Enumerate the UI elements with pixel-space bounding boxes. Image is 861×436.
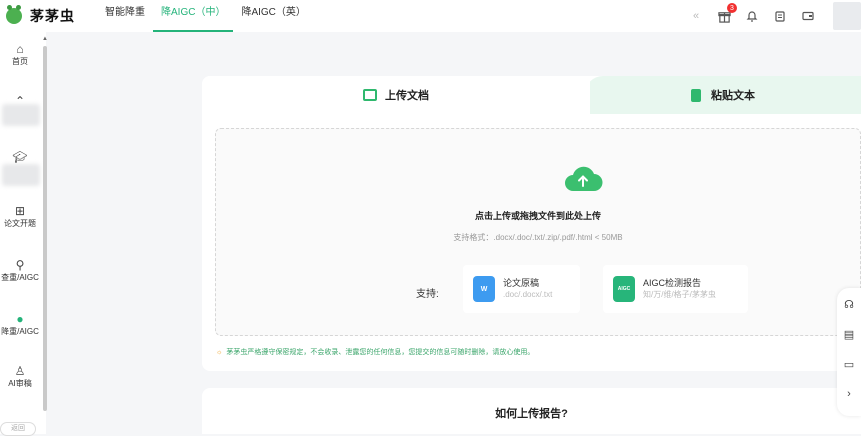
tab-label: 上传文档 <box>385 90 429 102</box>
nav-reduce-aigc-en[interactable]: 降AIGC（英） <box>233 0 313 32</box>
headset-icon[interactable]: ☊ <box>843 298 855 311</box>
option-name: 论文原稿 <box>503 278 540 288</box>
paste-icon <box>691 88 701 102</box>
privacy-notice: ☼ 茅茅虫严格遵守保密规定，不会收录、泄露您的任何信息，您提交的信息可随时删除，请… <box>216 347 534 357</box>
support-label: 支持: <box>416 289 439 300</box>
notification-badge: 3 <box>727 3 737 13</box>
option-paper-draft[interactable]: W 论文原稿 .doc/.docx/.txt <box>463 265 580 313</box>
topic-icon: ⊞ <box>14 204 26 218</box>
sidebar-item-ai-review[interactable]: ♙ AI审稿 <box>0 364 40 389</box>
main-nav: 智能降重 降AIGC（中） 降AIGC（英） <box>97 0 314 32</box>
chevron-right-icon[interactable]: › <box>843 388 855 400</box>
option-aigc-report[interactable]: AIGC AIGC检测报告 知/万/维/格子/茅茅虫 <box>603 265 748 313</box>
sidebar-item-label: AI审稿 <box>8 379 32 388</box>
upload-formats: 支持格式：.docx/.doc/.txt/.zip/.pdf/.html < 5… <box>453 233 623 242</box>
gift-icon[interactable]: 3 <box>717 3 737 23</box>
sidebar-item-reduce-aigc[interactable]: ● 降重/AIGC <box>0 312 40 337</box>
option-name: AIGC检测报告 <box>643 278 702 288</box>
sidebar-item-label: 查重/AIGC <box>1 273 39 282</box>
lightbulb-icon: ☼ <box>216 349 223 356</box>
graduation-cap-icon: 🎓︎ <box>12 150 28 164</box>
brand-name: 茅茅虫 <box>30 8 75 24</box>
leaf-icon: ● <box>16 312 24 326</box>
sidebar-item-home[interactable]: ⌂ 首页 <box>0 42 40 67</box>
aigc-report-icon: AIGC <box>613 276 635 302</box>
upload-title[interactable]: 点击上传或拖拽文件到此处上传 <box>215 209 861 222</box>
sidebar-item-topic[interactable]: ⊞ 论文开题 <box>0 204 40 229</box>
option-formats: .doc/.docx/.txt <box>503 290 553 299</box>
clipboard-icon[interactable] <box>773 9 787 23</box>
nav-smart-rewrite[interactable]: 智能降重 <box>97 0 153 32</box>
bell-icon[interactable] <box>745 9 759 23</box>
tab-label: 粘贴文本 <box>711 90 755 102</box>
collapse-icon[interactable]: « <box>689 9 703 23</box>
wallet-icon[interactable] <box>801 9 815 23</box>
sidebar-item-check-aigc[interactable]: ⚲ 查重/AIGC <box>0 258 40 283</box>
sidebar-item-label: 首页 <box>12 57 28 66</box>
upload-doc-icon <box>363 89 377 101</box>
privacy-notice-text: 茅茅虫严格遵守保密规定，不会收录、泄露您的任何信息，您提交的信息可随时删除，请放… <box>226 349 535 356</box>
caterpillar-logo-icon <box>6 5 22 24</box>
sidebar-item-label: 论文开题 <box>4 219 36 228</box>
sidebar: ⌂ 首页 ⌃ 🎓︎ ⊞ 论文开题 ⚲ 查重/AIGC ● 降重/AIGC ♙ A… <box>0 32 46 434</box>
top-right-tools: « 3 <box>675 0 861 32</box>
sidebar-item-label: 降重/AIGC <box>1 327 39 336</box>
scroll-up-icon[interactable]: ▲ <box>42 36 48 42</box>
avatar[interactable] <box>833 2 861 30</box>
blurred-label <box>2 104 40 126</box>
word-doc-icon: W <box>473 276 495 302</box>
top-bar: 茅茅虫 智能降重 降AIGC（中） 降AIGC（英） « 3 <box>0 0 861 32</box>
tab-paste-text[interactable]: 粘贴文本 <box>585 76 861 114</box>
option-sources: 知/万/维/格子/茅茅虫 <box>643 290 716 299</box>
chat-icon[interactable]: ▭ <box>843 358 855 371</box>
sidebar-item-courses[interactable]: 🎓︎ <box>0 150 40 164</box>
nav-reduce-aigc-cn[interactable]: 降AIGC（中） <box>153 0 234 32</box>
reviewer-icon: ♙ <box>14 364 26 378</box>
floating-toolbar: ☊ ▤ ▭ › <box>837 288 861 416</box>
tab-upload-document[interactable]: 上传文档 <box>202 76 590 114</box>
howto-title: 如何上传报告? <box>495 408 568 420</box>
feedback-icon[interactable]: ▤ <box>843 328 855 341</box>
blurred-label <box>2 164 40 186</box>
cloud-upload-icon[interactable] <box>563 165 603 193</box>
search-icon: ⚲ <box>15 258 25 272</box>
scrollbar-thumb[interactable] <box>43 46 47 411</box>
sidebar-scrollbar[interactable]: ▲ <box>42 36 48 412</box>
logo[interactable]: 茅茅虫 <box>6 5 75 26</box>
home-icon: ⌂ <box>16 42 24 56</box>
